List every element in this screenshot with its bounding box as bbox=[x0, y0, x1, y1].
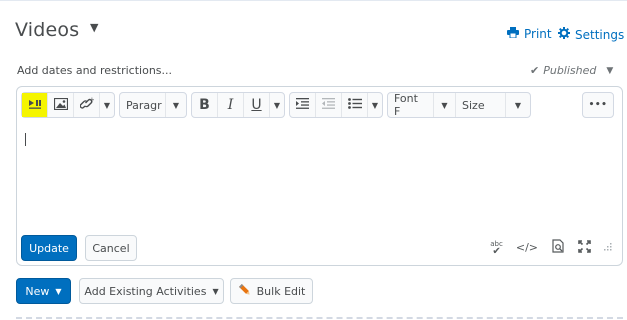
page: Videos ▼ Print Settings Add dates and re… bbox=[0, 0, 627, 320]
preview-icon[interactable] bbox=[551, 239, 565, 256]
chevron-down-icon: ▼ bbox=[371, 100, 379, 110]
bulk-edit-button[interactable]: Bulk Edit bbox=[230, 278, 313, 304]
chevron-down-icon: ▼ bbox=[441, 100, 448, 110]
list-dropdown[interactable]: ▼ bbox=[368, 93, 382, 117]
chevron-down-icon: ▼ bbox=[606, 65, 614, 76]
title-menu-chevron-down-icon[interactable]: ▼ bbox=[90, 21, 98, 34]
bullet-list-icon bbox=[347, 98, 362, 112]
block-format-label: Paragr bbox=[126, 98, 162, 112]
insert-image-button[interactable] bbox=[48, 93, 74, 117]
html-editor: + ▼ Paragr ▼ B I U ▼ ▼ Font F ▼ Size ▼ •… bbox=[16, 86, 623, 266]
font-family-dropdown[interactable]: ▼ bbox=[434, 93, 456, 117]
insert-more-dropdown[interactable]: ▼ bbox=[100, 93, 114, 117]
block-format-dropdown[interactable]: ▼ bbox=[166, 93, 186, 117]
add-existing-label: Add Existing Activities bbox=[84, 284, 207, 298]
content-drop-zone-divider bbox=[16, 317, 623, 319]
gear-icon bbox=[558, 27, 570, 42]
spellcheck-icon[interactable]: abc ✔ bbox=[490, 240, 503, 257]
outdent-button[interactable] bbox=[316, 93, 342, 117]
spellcheck-check-glyph: ✔ bbox=[492, 245, 501, 257]
more-actions-group: ••• bbox=[582, 92, 614, 118]
print-button[interactable]: Print bbox=[507, 27, 552, 41]
font-family-select[interactable]: Font F bbox=[388, 92, 434, 118]
text-cursor[interactable] bbox=[25, 133, 26, 146]
new-label: New bbox=[25, 284, 50, 298]
print-label: Print bbox=[524, 27, 552, 41]
code-view-icon[interactable]: </> bbox=[516, 241, 538, 254]
settings-button[interactable]: Settings bbox=[558, 27, 624, 42]
indent-icon bbox=[296, 98, 309, 112]
chevron-down-icon: ▼ bbox=[103, 100, 111, 110]
chevron-down-icon: ▼ bbox=[55, 286, 62, 296]
text-style-group: B I U ▼ bbox=[191, 92, 285, 118]
insert-link-button[interactable]: + bbox=[74, 93, 100, 117]
editor-footer-tools: abc ✔ </> bbox=[490, 239, 612, 256]
add-existing-activities-button[interactable]: Add Existing Activities ▼ bbox=[79, 278, 224, 304]
insert-stuff-button[interactable] bbox=[22, 93, 48, 117]
bold-button[interactable]: B bbox=[192, 93, 218, 117]
bullet-list-button[interactable] bbox=[342, 93, 368, 117]
settings-label: Settings bbox=[575, 27, 625, 42]
svg-text:+: + bbox=[89, 97, 94, 104]
bulk-edit-label: Bulk Edit bbox=[256, 284, 306, 298]
page-title: Videos bbox=[15, 19, 80, 41]
insert-group: + ▼ bbox=[21, 92, 115, 118]
checkmark-icon: ✔ bbox=[530, 64, 540, 77]
add-dates-link[interactable]: Add dates and restrictions... bbox=[17, 64, 172, 77]
publish-status-label: Published bbox=[543, 64, 597, 77]
block-format-select[interactable]: Paragr bbox=[120, 93, 166, 117]
font-family-group: Font F ▼ Size ▼ bbox=[387, 92, 531, 118]
insert-stuff-icon bbox=[28, 98, 42, 112]
list-group: ▼ bbox=[289, 92, 383, 118]
cancel-button[interactable]: Cancel bbox=[85, 235, 137, 261]
pencil-icon bbox=[238, 283, 252, 300]
new-button[interactable]: New ▼ bbox=[16, 278, 71, 304]
editor-toolbar: + ▼ Paragr ▼ B I U ▼ ▼ Font F ▼ Size ▼ bbox=[21, 91, 535, 119]
top-divider bbox=[0, 0, 627, 1]
font-family-label: Font F bbox=[394, 92, 418, 118]
underline-button[interactable]: U bbox=[244, 93, 270, 117]
italic-button[interactable]: I bbox=[218, 93, 244, 117]
fullscreen-icon[interactable] bbox=[578, 239, 591, 256]
chevron-down-icon: ▼ bbox=[172, 100, 180, 110]
font-size-dropdown[interactable]: ▼ bbox=[506, 93, 530, 117]
block-format-group: Paragr ▼ bbox=[119, 92, 187, 118]
font-size-label: Size bbox=[462, 98, 485, 112]
outdent-icon bbox=[322, 98, 335, 112]
link-icon: + bbox=[79, 96, 95, 113]
resize-handle-icon[interactable] bbox=[604, 241, 612, 254]
printer-icon bbox=[507, 27, 519, 41]
update-button[interactable]: Update bbox=[21, 235, 77, 261]
indent-button[interactable] bbox=[290, 93, 316, 117]
publish-status-dropdown[interactable]: ✔ Published ▼ bbox=[530, 64, 613, 77]
more-actions-button[interactable]: ••• bbox=[583, 93, 613, 117]
chevron-down-icon: ▼ bbox=[514, 100, 522, 110]
text-style-dropdown[interactable]: ▼ bbox=[270, 93, 284, 117]
font-size-select[interactable]: Size bbox=[456, 93, 506, 117]
chevron-down-icon: ▼ bbox=[273, 100, 281, 110]
chevron-down-icon: ▼ bbox=[212, 286, 219, 296]
image-icon bbox=[53, 97, 68, 113]
